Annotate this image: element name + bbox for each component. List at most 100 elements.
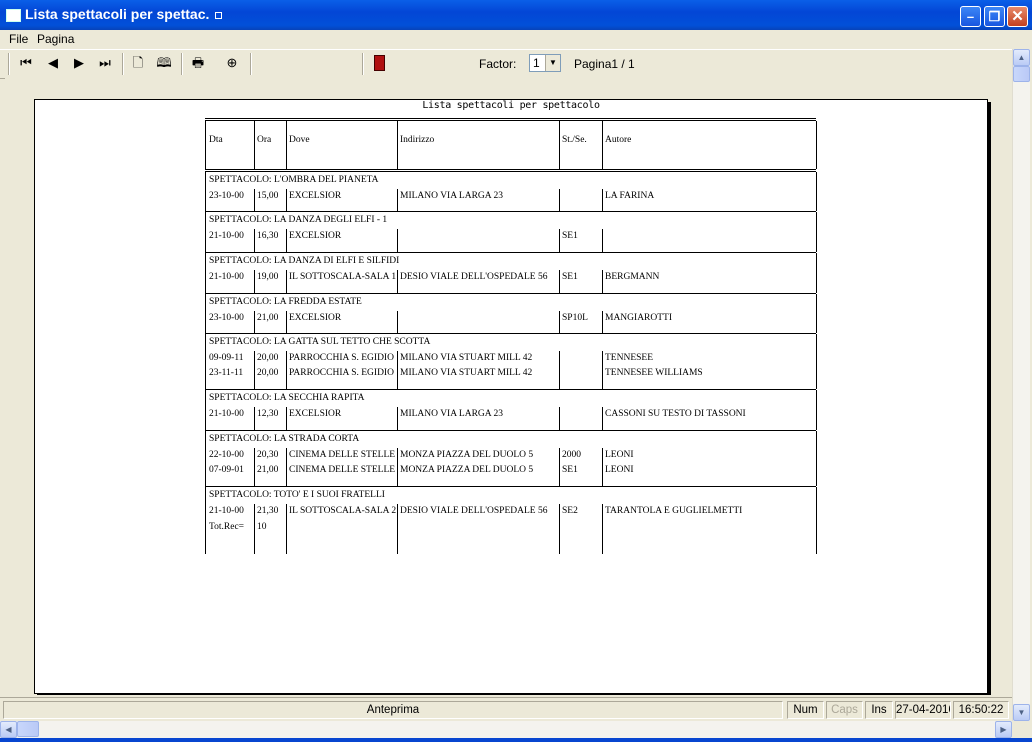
table-cell: 23-11-11	[209, 368, 244, 378]
scroll-right-button[interactable]: ▶	[995, 721, 1012, 738]
table-cell: DESIO VIALE DELL'OSPEDALE 56	[400, 272, 548, 282]
close-button[interactable]: ✕	[1007, 6, 1028, 27]
last-page-icon: ⏭	[99, 55, 111, 70]
table-cell: MILANO VIA LARGA 23	[400, 409, 504, 419]
status-caps: Caps	[826, 701, 863, 719]
table-cell: 21,30	[257, 506, 279, 516]
menu-file[interactable]: File	[9, 32, 28, 46]
group-title: SPETTACOLO: TOTO' E I SUOI FRATELLI	[209, 490, 385, 500]
column-rule	[816, 487, 817, 554]
table-cell: CINEMA DELLE STELLE	[289, 450, 396, 460]
printer-icon: 🖶	[191, 55, 205, 70]
group-title: SPETTACOLO: LA SECCHIA RAPITA	[209, 393, 365, 403]
preview-area: Lista spettacoli per spettacolo Dta Ora Do…	[5, 78, 1012, 695]
table-cell: LEONI	[605, 450, 634, 460]
table-cell: 2000	[562, 450, 581, 460]
report-title: Lista spettacoli per spettacolo	[422, 100, 600, 111]
first-page-button[interactable]: ⏮	[17, 55, 35, 71]
table-row: 23-11-11 20,00 PARROCCHIA S. EGIDIO MILANO …	[205, 368, 816, 383]
menu-bar: File Pagina	[0, 30, 1032, 49]
status-date: 27-04-2016	[895, 701, 951, 719]
horizontal-scrollbar[interactable]: ◀ ▶	[0, 721, 1012, 738]
maximize-button[interactable]: ❐	[984, 6, 1005, 27]
previous-page-button[interactable]: ◀	[44, 55, 62, 71]
minimize-button[interactable]: –	[960, 6, 981, 27]
window-bottom-border	[0, 738, 1032, 742]
scroll-down-button[interactable]: ▼	[1013, 704, 1030, 721]
table-cell: MILANO VIA STUART MILL 42	[400, 368, 533, 378]
table-cell: 09-09-11	[209, 353, 244, 363]
single-page-button[interactable]: 🗋	[129, 55, 147, 71]
table-cell: DESIO VIALE DELL'OSPEDALE 56	[400, 506, 548, 516]
export-button[interactable]: ⊕	[223, 55, 241, 71]
table-cell: TENNESEE WILLIAMS	[605, 368, 703, 378]
column-rule	[559, 121, 560, 169]
two-pages-button[interactable]: 🕮	[155, 55, 173, 71]
column-header: Autore	[605, 135, 632, 145]
show-group: SPETTACOLO: LA DANZA DI ELFI E SILFIDI 21…	[205, 253, 817, 294]
title-bar[interactable]: Lista spettacoli per spettac. – ❐ ✕	[0, 0, 1032, 30]
arrow-left-icon: ◀	[48, 55, 58, 70]
vertical-scrollbar[interactable]: ▲ ▼	[1012, 49, 1030, 721]
table-cell: 21-10-00	[209, 272, 244, 282]
table-row: 22-10-00 20,30 CINEMA DELLE STELLE MONZA PI…	[205, 450, 816, 465]
scroll-left-button[interactable]: ◀	[0, 721, 17, 738]
app-icon[interactable]	[6, 9, 21, 22]
show-group: SPETTACOLO: LA GATTA SUL TETTO CHE SCOTT…	[205, 334, 817, 390]
column-rule	[397, 121, 398, 169]
table-cell: 21-10-00	[209, 231, 244, 241]
column-rule	[816, 212, 817, 252]
last-page-button[interactable]: ⏭	[96, 55, 114, 71]
table-cell: TENNESEE	[605, 353, 654, 363]
table-row: 21-10-00 12,30 EXCELSIOR MILANO VIA LARGA 2…	[205, 409, 816, 424]
group-title: SPETTACOLO: LA DANZA DI ELFI E SILFIDI	[209, 256, 400, 266]
status-time: 16:50:22	[953, 701, 1009, 719]
group-title: SPETTACOLO: LA FREDDA ESTATE	[209, 297, 362, 307]
report-page: Lista spettacoli per spettacolo Dta Ora Do…	[34, 99, 988, 694]
column-header: Indirizzo	[400, 135, 435, 145]
column-rule	[816, 253, 817, 293]
table-cell: CINEMA DELLE STELLE	[289, 465, 396, 475]
total-label: Tot.Rec=	[209, 522, 245, 532]
table-cell: 20,30	[257, 450, 279, 460]
table-cell: MONZA PIAZZA DEL DUOLO 5	[400, 450, 534, 460]
toolbar: ⏮ ◀ ▶ ⏭ 🗋 🕮 🖶 ⊕ Factor: Pagina1 / 1	[0, 49, 1012, 79]
report-table: Dta Ora Dove Indirizzo St./Se. Autore SPETTAC…	[205, 118, 817, 554]
page-indicator: Pagina1 / 1	[574, 57, 635, 71]
scroll-thumb[interactable]	[1013, 66, 1030, 82]
table-cell: 20,00	[257, 353, 279, 363]
table-cell: 12,30	[257, 409, 279, 419]
table-row: 09-09-11 20,00 PARROCCHIA S. EGIDIO MILANO …	[205, 353, 816, 368]
show-group: SPETTACOLO: TOTO' E I SUOI FRATELLI 21-10…	[205, 487, 817, 554]
show-group: SPETTACOLO: LA DANZA DEGLI ELFI - 1 21-10…	[205, 212, 817, 253]
exit-door-icon	[373, 55, 385, 71]
table-cell: MILANO VIA LARGA 23	[400, 191, 504, 201]
print-button[interactable]: 🖶	[189, 55, 207, 71]
show-group: SPETTACOLO: L'OMBRA DEL PIANETA 23-10-00 1…	[205, 172, 817, 212]
exit-button[interactable]	[370, 55, 388, 71]
table-cell: 20,00	[257, 368, 279, 378]
factor-select[interactable]: 1 ▼	[529, 54, 561, 72]
chevron-down-icon[interactable]: ▼	[545, 55, 560, 71]
menu-pagina[interactable]: Pagina	[37, 32, 74, 46]
column-header: Dove	[289, 135, 310, 145]
window-title: Lista spettacoli per spettac.	[25, 6, 223, 22]
horizontal-scroll-thumb[interactable]	[17, 721, 39, 737]
table-cell: LA FARINA	[605, 191, 655, 201]
table-cell: SE2	[562, 506, 578, 516]
group-title: SPETTACOLO: L'OMBRA DEL PIANETA	[209, 175, 379, 185]
group-title: SPETTACOLO: LA GATTA SUL TETTO CHE SCOTT…	[209, 337, 431, 347]
show-group: SPETTACOLO: LA STRADA CORTA 22-10-00 20,30…	[205, 431, 817, 487]
first-page-icon: ⏮	[20, 55, 32, 70]
column-header: Dta	[209, 135, 223, 145]
table-cell: MONZA PIAZZA DEL DUOLO 5	[400, 465, 534, 475]
scroll-up-button[interactable]: ▲	[1013, 49, 1030, 66]
table-cell: LEONI	[605, 465, 634, 475]
book-icon: 🕮	[156, 55, 172, 70]
table-cell: 21-10-00	[209, 409, 244, 419]
next-page-button[interactable]: ▶	[70, 55, 88, 71]
column-rule	[816, 334, 817, 389]
toolbar-separator	[181, 53, 183, 75]
arrow-right-icon: ▶	[74, 55, 84, 70]
toolbar-separator	[122, 53, 124, 75]
